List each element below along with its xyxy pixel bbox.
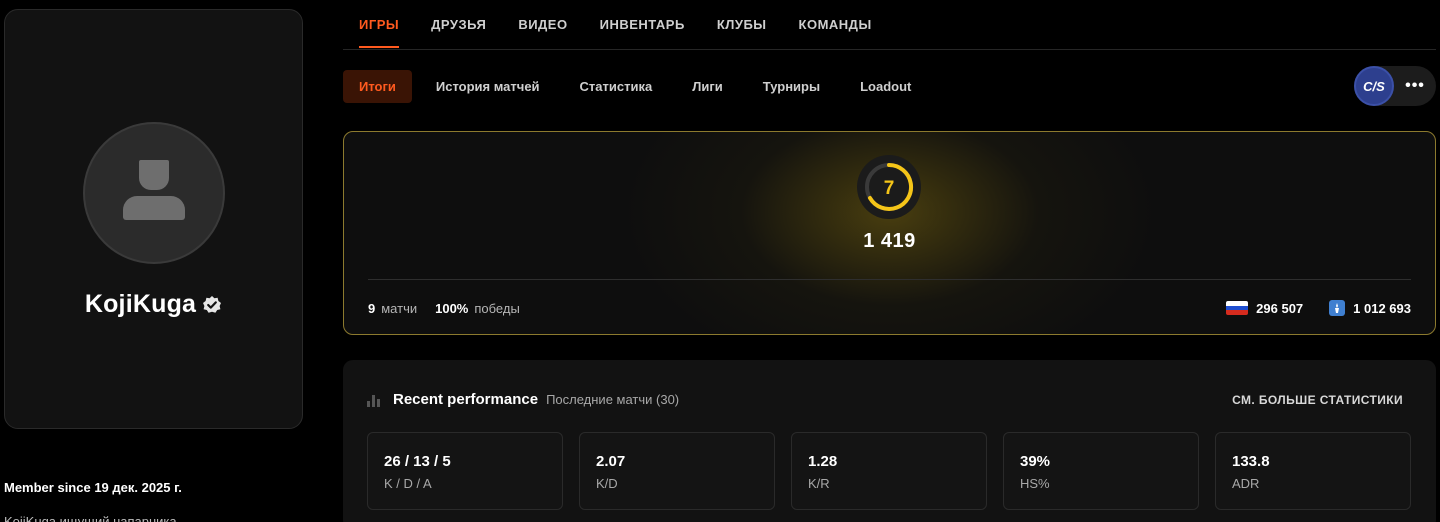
profile-card: KojiKuga [4,9,303,429]
avatar[interactable] [83,122,225,264]
stat-card-kr: 1.28 K/R [791,432,987,510]
skill-level-icon: 7 [856,154,922,220]
more-stats-link[interactable]: СМ. БОЛЬШЕ СТАТИСТИКИ [1232,393,1403,407]
tab-inventory[interactable]: ИНВЕНТАРЬ [600,0,685,50]
tab-teams[interactable]: КОМАНДЫ [799,0,872,50]
sub-tabs: Итоги История матчей Статистика Лиги Тур… [343,70,935,103]
tab-clubs[interactable]: КЛУБЫ [717,0,767,50]
stat-label: K/R [808,476,830,491]
stat-label: HS% [1020,476,1050,491]
bio-preview: KojiKuga ищущий напарника [4,514,177,522]
tab-friends[interactable]: ДРУЗЬЯ [431,0,486,50]
divider [368,279,1411,280]
stat-value: 26 / 13 / 5 [384,453,451,470]
subtab-leagues[interactable]: Лиги [676,70,739,103]
stat-value: 39% [1020,453,1051,470]
winrate-value: 100% [435,301,469,316]
game-switcher: C/S ••• [1354,66,1436,106]
performance-subtitle: Последние матчи (30) [546,392,680,407]
avatar-placeholder-body [123,196,185,220]
more-options-button[interactable]: ••• [1394,77,1436,95]
stat-value: 1.28 [808,453,838,470]
stat-value: 2.07 [596,453,626,470]
subtab-summary[interactable]: Итоги [343,70,412,103]
username: KojiKuga [84,290,197,318]
member-since: Member since 19 дек. 2025 г. [4,480,182,495]
recent-performance-panel: Recent performance Последние матчи (30) … [343,360,1436,522]
tab-videos[interactable]: ВИДЕО [518,0,567,50]
match-summary: 9 матчи 100% победы [368,301,532,316]
tab-games[interactable]: ИГРЫ [359,0,400,50]
winrate-label: победы [474,301,520,316]
stat-value: 133.8 [1232,453,1270,470]
avatar-placeholder-head [139,160,169,190]
stat-label: K / D / A [384,476,432,491]
subtab-loadout[interactable]: Loadout [844,70,927,103]
country-rank[interactable]: 296 507 [1256,301,1303,316]
stat-label: K/D [596,476,618,491]
performance-title: Recent performance [393,391,539,408]
username-row: KojiKuga [5,290,302,319]
subtab-match-history[interactable]: История матчей [420,70,556,103]
matches-count: 9 [368,301,376,316]
verified-icon [202,295,222,315]
performance-header: Recent performance Последние матчи (30) [367,391,679,408]
bar-chart-icon [367,393,381,407]
stat-label: ADR [1232,476,1260,491]
subtab-statistics[interactable]: Статистика [564,70,669,103]
rankings: 296 507 1 012 693 [1226,300,1411,316]
russia-flag-icon [1226,301,1249,315]
main-tabs: ИГРЫ ДРУЗЬЯ ВИДЕО ИНВЕНТАРЬ КЛУБЫ КОМАНД… [343,0,1436,50]
elo-value: 1 419 [863,230,916,252]
stat-card-kd: 2.07 K/D [579,432,775,510]
stat-card-adr: 133.8 ADR [1215,432,1411,510]
elo-card: 7 1 419 9 матчи 100% победы 296 507 1 01… [343,131,1436,335]
global-rank[interactable]: 1 012 693 [1353,301,1411,316]
stat-grid: 26 / 13 / 5 K / D / A 2.07 K/D 1.28 K/R … [367,432,1411,510]
matches-label: матчи [381,301,418,316]
subtab-tournaments[interactable]: Турниры [747,70,836,103]
stat-card-hs: 39% HS% [1003,432,1199,510]
global-rank-icon [1329,300,1346,316]
cs2-game-badge[interactable]: C/S [1354,66,1394,106]
stat-card-kda: 26 / 13 / 5 K / D / A [367,432,563,510]
skill-level-number: 7 [884,178,895,199]
